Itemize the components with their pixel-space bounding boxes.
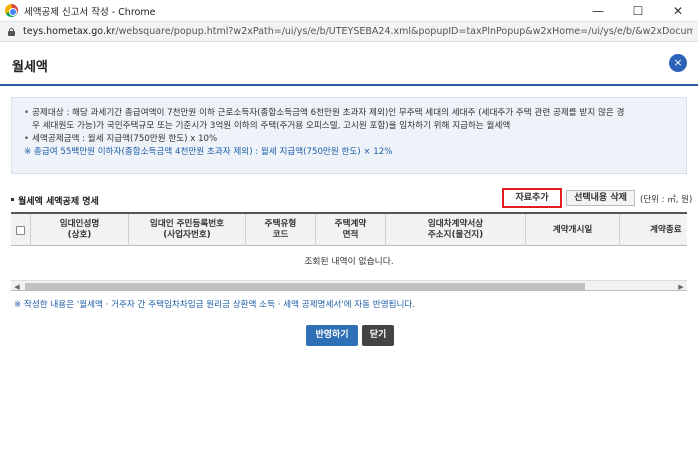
window-controls: — ☐ ✕ (578, 0, 698, 22)
minimize-button[interactable]: — (578, 0, 618, 22)
url-host: teys.hometax.go.kr (23, 26, 116, 37)
scroll-right-arrow-icon[interactable]: ▶ (675, 281, 687, 290)
info-box: 공제대상 : 해당 과세기간 총급여액이 7천만원 이하 근로소득자(종합소득금… (11, 97, 687, 174)
info-note: ※ 총급여 55백만원 이하자(종합소득금액 4천만원 초과자 제외) : 월세… (24, 147, 393, 157)
info-eligibility: 공제대상 : 해당 과세기간 총급여액이 7천만원 이하 근로소득자(종합소득금… (24, 107, 676, 133)
col-landlord-name[interactable]: 임대인성명 (상호) (31, 214, 129, 246)
col-house-type[interactable]: 주택유형 코드 (246, 214, 316, 246)
section-title: 월세액 세액공제 명세 (11, 194, 99, 207)
url-text[interactable]: teys.hometax.go.kr/websquare/popup.html?… (23, 26, 693, 37)
horizontal-scrollbar[interactable]: ◀ ▶ (11, 280, 687, 290)
scroll-left-arrow-icon[interactable]: ◀ (11, 281, 23, 290)
maximize-button[interactable]: ☐ (618, 0, 658, 22)
footnote: ※ 작성한 내용은 '월세액 · 거주자 간 주택임차차입금 원리금 상환액 소… (14, 300, 416, 310)
col-contract-start[interactable]: 계약개시일 (526, 214, 620, 246)
info-deduction-amount: 세액공제금액 : 월세 지급액(750만원 한도) x 10% (24, 133, 676, 146)
close-button[interactable]: 닫기 (362, 325, 394, 346)
window-titlebar: 세액공제 신고서 작성 - Chrome — ☐ ✕ (0, 0, 698, 22)
window-title: 세액공제 신고서 작성 - Chrome (24, 6, 156, 18)
url-path: /websquare/popup.html?w2xPath=/ui/ys/e/b… (115, 26, 693, 37)
address-bar[interactable]: teys.hometax.go.kr/websquare/popup.html?… (0, 22, 698, 42)
section-bar: 월세액 세액공제 명세 자료추가 선택내용 삭제 (단위 : ㎡, 원) (11, 188, 692, 210)
add-data-button[interactable]: 자료추가 (502, 188, 562, 208)
lock-icon (8, 27, 15, 36)
col-contract-end[interactable]: 계약종료 (620, 214, 687, 246)
scroll-thumb[interactable] (25, 283, 585, 290)
popup-close-button[interactable]: × (669, 54, 687, 72)
select-all-cell (11, 214, 31, 246)
col-contract-area[interactable]: 주택계약 면적 (316, 214, 386, 246)
window-close-button[interactable]: ✕ (658, 0, 698, 22)
popup-header: 월세액 × (0, 42, 698, 86)
empty-message: 조회된 내역이 없습니다. (304, 257, 394, 267)
col-address[interactable]: 임대차계약서상 주소지(물건지) (386, 214, 526, 246)
apply-button[interactable]: 반영하기 (306, 325, 358, 346)
popup-title: 월세액 (12, 60, 48, 75)
col-landlord-id[interactable]: 임대인 주민등록번호 (사업자번호) (129, 214, 246, 246)
chrome-icon (5, 4, 18, 17)
grid-header: 임대인성명 (상호) 임대인 주민등록번호 (사업자번호) 주택유형 코드 주택계약 면… (11, 214, 687, 246)
select-all-checkbox[interactable] (16, 225, 25, 235)
delete-selected-button[interactable]: 선택내용 삭제 (566, 190, 635, 206)
rent-deduction-grid: 임대인성명 (상호) 임대인 주민등록번호 (사업자번호) 주택유형 코드 주택계약 면… (11, 212, 687, 291)
unit-label: (단위 : ㎡, 원) (640, 195, 693, 205)
